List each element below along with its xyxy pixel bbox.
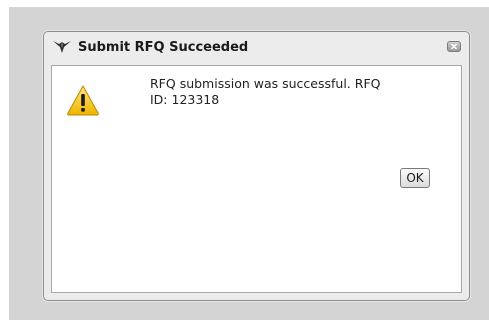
ok-button[interactable]: OK	[400, 168, 430, 188]
dialog-titlebar[interactable]: Submit RFQ Succeeded	[44, 32, 469, 64]
dialog-title: Submit RFQ Succeeded	[78, 40, 249, 55]
dialog-content: RFQ submission was successful. RFQ ID: 1…	[51, 65, 462, 293]
dialog-message: RFQ submission was successful. RFQ ID: 1…	[150, 76, 381, 107]
warning-icon	[66, 84, 100, 116]
close-button[interactable]	[447, 41, 461, 52]
app-logo-icon	[52, 39, 72, 55]
rfq-success-dialog: Submit RFQ Succeeded RFQ submission was …	[43, 31, 470, 301]
